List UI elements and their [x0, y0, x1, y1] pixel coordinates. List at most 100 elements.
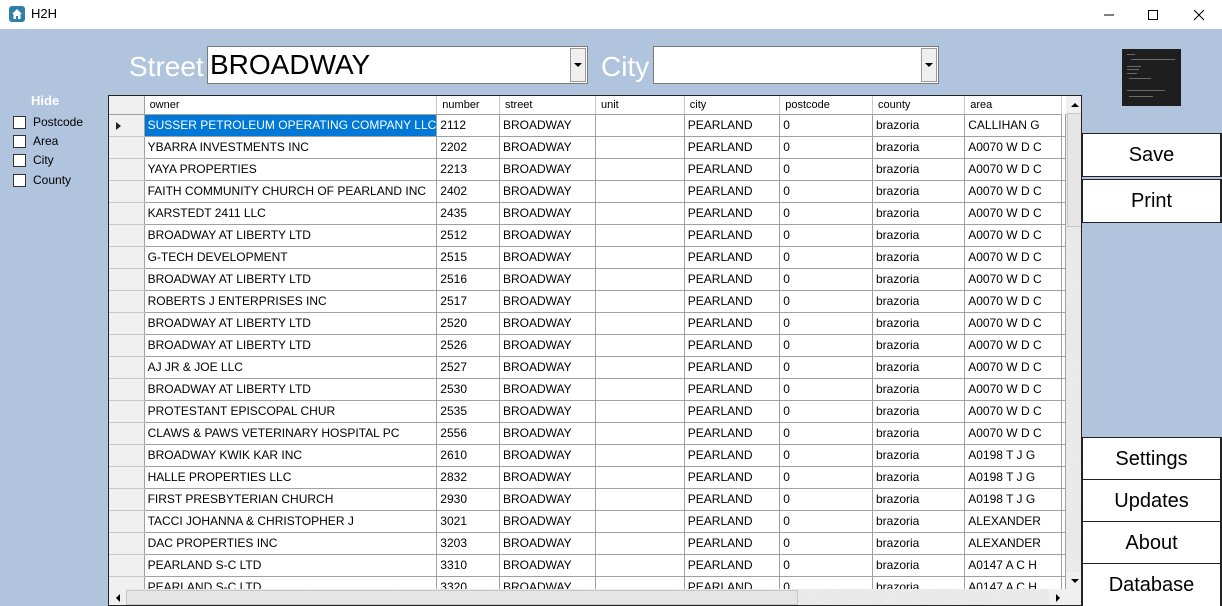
- cell-owner[interactable]: HALLE PROPERTIES LLC: [144, 466, 438, 489]
- cell-county[interactable]: brazoria: [872, 246, 966, 269]
- about-button[interactable]: About: [1082, 521, 1222, 565]
- cell-area[interactable]: A0070 W D C: [964, 180, 1062, 203]
- cell-number[interactable]: 2515: [436, 246, 500, 269]
- cell-number[interactable]: 2930: [436, 488, 500, 511]
- cell-number[interactable]: 3203: [436, 532, 500, 555]
- cell-owner[interactable]: FAITH COMMUNITY CHURCH OF PEARLAND INC: [144, 180, 438, 203]
- cell-street[interactable]: BROADWAY: [499, 180, 596, 203]
- table-row[interactable]: BROADWAY AT LIBERTY LTD 2516 BROADWAY PEARL…: [109, 268, 1066, 291]
- updates-button[interactable]: Updates: [1082, 479, 1222, 523]
- cell-unit[interactable]: [595, 202, 685, 225]
- cell-county[interactable]: brazoria: [872, 378, 966, 401]
- cell-county[interactable]: brazoria: [872, 312, 966, 335]
- cell-postcode[interactable]: 0: [779, 312, 873, 335]
- cell-city[interactable]: PEARLAND: [684, 356, 781, 379]
- cell-postcode[interactable]: 0: [779, 334, 873, 357]
- cell-postcode[interactable]: 0: [779, 136, 873, 159]
- row-header[interactable]: [109, 444, 145, 467]
- table-row[interactable]: DAC PROPERTIES INC 3203 BROADWAY PEARLAND 0 b…: [109, 532, 1066, 555]
- cell-owner[interactable]: DAC PROPERTIES INC: [144, 532, 438, 555]
- table-row[interactable]: PROTESTANT EPISCOPAL CHUR 2535 BROADWAY PEA…: [109, 400, 1066, 423]
- cell-owner[interactable]: FIRST PRESBYTERIAN CHURCH: [144, 488, 438, 511]
- cell-city[interactable]: PEARLAND: [684, 312, 781, 335]
- cell-county[interactable]: brazoria: [872, 268, 966, 291]
- cell-county[interactable]: brazoria: [872, 554, 966, 577]
- cell-number[interactable]: 2402: [436, 180, 500, 203]
- cell-county[interactable]: brazoria: [872, 202, 966, 225]
- row-header[interactable]: [109, 532, 145, 555]
- row-header[interactable]: [109, 422, 145, 445]
- cell-number[interactable]: 2526: [436, 334, 500, 357]
- cell-city[interactable]: PEARLAND: [684, 268, 781, 291]
- table-row[interactable]: BROADWAY AT LIBERTY LTD 2512 BROADWAY PEARL…: [109, 224, 1066, 247]
- table-row[interactable]: HALLE PROPERTIES LLC 2832 BROADWAY PEARLAND…: [109, 466, 1066, 489]
- table-row[interactable]: ROBERTS J ENTERPRISES INC 2517 BROADWAY PEA…: [109, 290, 1066, 313]
- table-row[interactable]: PEARLAND S-C LTD 3320 BROADWAY PEARLAND 0 bra…: [109, 576, 1066, 589]
- cell-area[interactable]: A0070 W D C: [964, 158, 1062, 181]
- cell-area[interactable]: ALEXANDER: [964, 532, 1062, 555]
- column-header-city[interactable]: city: [684, 96, 781, 115]
- cell-unit[interactable]: [595, 422, 685, 445]
- cell-street[interactable]: BROADWAY: [499, 268, 596, 291]
- checkbox[interactable]: [13, 134, 26, 148]
- cell-city[interactable]: PEARLAND: [684, 246, 781, 269]
- cell-street[interactable]: BROADWAY: [499, 576, 596, 589]
- cell-number[interactable]: 2556: [436, 422, 500, 445]
- scroll-down-button[interactable]: [1066, 572, 1081, 589]
- cell-number[interactable]: 2202: [436, 136, 500, 159]
- cell-unit[interactable]: [595, 268, 685, 291]
- results-grid[interactable]: owner number street unit city postcode c…: [108, 95, 1082, 606]
- cell-area[interactable]: A0147 A C H: [964, 576, 1062, 589]
- cell-street[interactable]: BROADWAY: [499, 224, 596, 247]
- column-header-number[interactable]: number: [436, 96, 500, 115]
- cell-number[interactable]: 3310: [436, 554, 500, 577]
- cell-owner[interactable]: YAYA PROPERTIES: [144, 158, 438, 181]
- cell-street[interactable]: BROADWAY: [499, 246, 596, 269]
- cell-owner[interactable]: ROBERTS J ENTERPRISES INC: [144, 290, 438, 313]
- cell-county[interactable]: brazoria: [872, 356, 966, 379]
- hide-city-checkbox[interactable]: City: [13, 152, 54, 168]
- cell-postcode[interactable]: 0: [779, 554, 873, 577]
- cell-street[interactable]: BROADWAY: [499, 532, 596, 555]
- cell-city[interactable]: PEARLAND: [684, 290, 781, 313]
- cell-postcode[interactable]: 0: [779, 180, 873, 203]
- cell-city[interactable]: PEARLAND: [684, 466, 781, 489]
- cell-number[interactable]: 2512: [436, 224, 500, 247]
- cell-county[interactable]: brazoria: [872, 422, 966, 445]
- cell-county[interactable]: brazoria: [872, 136, 966, 159]
- cell-area[interactable]: A0070 W D C: [964, 400, 1062, 423]
- cell-owner[interactable]: PROTESTANT EPISCOPAL CHUR: [144, 400, 438, 423]
- cell-unit[interactable]: [595, 114, 685, 137]
- cell-county[interactable]: brazoria: [872, 114, 966, 137]
- cell-city[interactable]: PEARLAND: [684, 114, 781, 137]
- scroll-right-button[interactable]: [1049, 589, 1066, 605]
- cell-county[interactable]: brazoria: [872, 400, 966, 423]
- cell-postcode[interactable]: 0: [779, 422, 873, 445]
- cell-number[interactable]: 2530: [436, 378, 500, 401]
- cell-city[interactable]: PEARLAND: [684, 334, 781, 357]
- minimize-button[interactable]: [1086, 0, 1132, 29]
- cell-county[interactable]: brazoria: [872, 158, 966, 181]
- row-header[interactable]: [109, 312, 145, 335]
- cell-street[interactable]: BROADWAY: [499, 356, 596, 379]
- cell-street[interactable]: BROADWAY: [499, 466, 596, 489]
- cell-unit[interactable]: [595, 576, 685, 589]
- cell-unit[interactable]: [595, 224, 685, 247]
- cell-street[interactable]: BROADWAY: [499, 422, 596, 445]
- cell-unit[interactable]: [595, 378, 685, 401]
- cell-area[interactable]: CALLIHAN G: [964, 114, 1062, 137]
- row-header[interactable]: [109, 114, 145, 137]
- cell-street[interactable]: BROADWAY: [499, 444, 596, 467]
- cell-unit[interactable]: [595, 510, 685, 533]
- table-row[interactable]: YBARRA INVESTMENTS INC 2202 BROADWAY PEARLA…: [109, 136, 1066, 159]
- cell-number[interactable]: 2213: [436, 158, 500, 181]
- scroll-up-button[interactable]: [1066, 96, 1081, 113]
- cell-street[interactable]: BROADWAY: [499, 312, 596, 335]
- cell-city[interactable]: PEARLAND: [684, 510, 781, 533]
- cell-area[interactable]: A0070 W D C: [964, 422, 1062, 445]
- table-row[interactable]: AJ JR & JOE LLC 2527 BROADWAY PEARLAND 0 braz…: [109, 356, 1066, 379]
- cell-postcode[interactable]: 0: [779, 202, 873, 225]
- cell-street[interactable]: BROADWAY: [499, 554, 596, 577]
- cell-area[interactable]: A0198 T J G: [964, 466, 1062, 489]
- cell-unit[interactable]: [595, 554, 685, 577]
